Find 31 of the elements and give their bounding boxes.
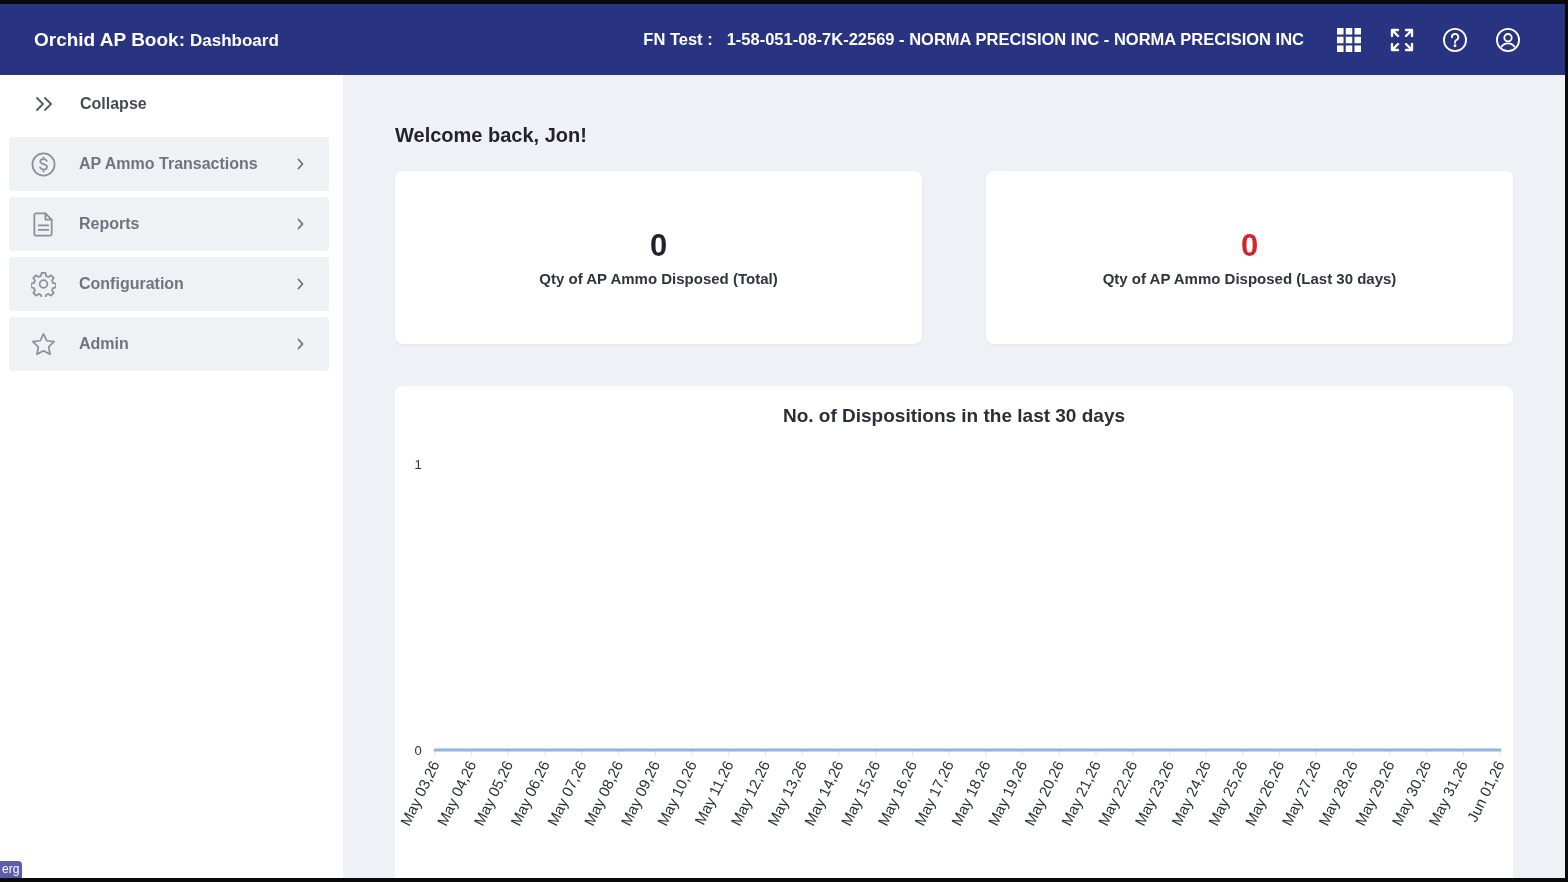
y-axis-label: 1 — [414, 457, 422, 472]
account-icon[interactable] — [1496, 27, 1520, 52]
gear-icon — [31, 271, 56, 297]
dollar-circle-icon — [31, 151, 56, 177]
stat-label: Qty of AP Ammo Disposed (Last 30 days) — [1102, 270, 1397, 287]
star-icon — [31, 331, 56, 357]
chart-title: No. of Dispositions in the last 30 days — [782, 405, 1126, 426]
sidebar-item[interactable]: Reports — [9, 197, 329, 251]
collapse-button[interactable]: Collapse — [9, 80, 147, 128]
page-title: Dashboard — [189, 30, 279, 51]
fullscreen-icon[interactable] — [1390, 27, 1414, 52]
document-icon — [31, 211, 56, 237]
double-chevron-icon — [35, 97, 53, 111]
chevron-right-icon — [297, 278, 304, 290]
stat-value: 0 — [1240, 228, 1259, 264]
stat-value: 0 — [649, 228, 668, 264]
context-value: 1-58-051-08-7K-22569 - NORMA PRECISION INC - NORMA PRECISION INC — [726, 30, 1304, 49]
context-label: FN Test : — [643, 30, 713, 49]
sidebar-item[interactable]: AP Ammo Transactions — [9, 137, 329, 191]
chevron-right-icon — [297, 158, 304, 170]
name-tag: erg — [0, 861, 23, 878]
help-icon[interactable] — [1443, 27, 1467, 52]
y-axis-label: 0 — [414, 743, 422, 758]
chevron-right-icon — [297, 338, 304, 350]
app-title: Orchid AP Book: — [34, 28, 185, 51]
chevron-right-icon — [297, 218, 304, 230]
sidebar-item[interactable]: Admin — [9, 317, 329, 371]
apps-grid-icon[interactable] — [1337, 27, 1361, 52]
sidebar-item[interactable]: Configuration — [9, 257, 329, 311]
stat-label: Qty of AP Ammo Disposed (Total) — [539, 270, 778, 287]
welcome-heading: Welcome back, Jon! — [395, 123, 587, 147]
